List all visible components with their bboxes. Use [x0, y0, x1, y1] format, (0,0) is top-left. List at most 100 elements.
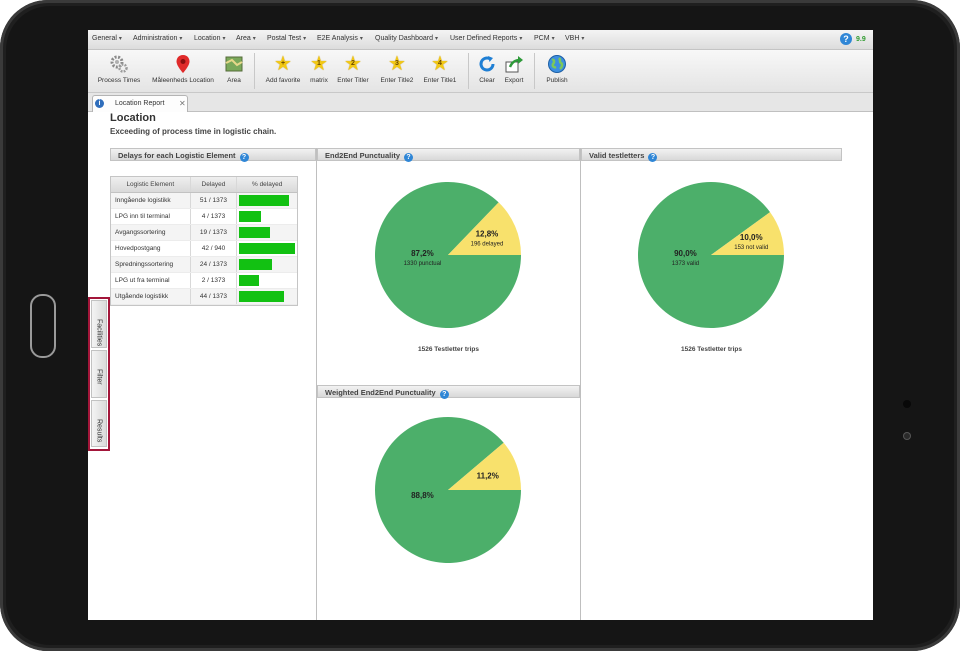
- pie-label-major: 88,8%: [411, 491, 434, 500]
- menu-label: Area: [236, 35, 251, 42]
- column-header[interactable]: % delayed: [237, 177, 297, 192]
- clear-button[interactable]: Clear: [476, 52, 498, 90]
- panel-title: Valid testletters: [589, 151, 645, 160]
- report-content: Facilities Filter Results Location Excee…: [88, 112, 873, 620]
- panel-title: Delays for each Logistic Element: [118, 151, 236, 160]
- delayed-cell: 44 / 1373: [191, 289, 238, 304]
- help-icon[interactable]: ?: [840, 33, 852, 45]
- star-icon: ★ 3: [388, 53, 406, 75]
- home-button[interactable]: [30, 294, 56, 358]
- menu-area[interactable]: Area ▾: [236, 35, 256, 42]
- valid-testletters-pie: 10,0% 153 not valid 90,0% 1373 valid: [638, 182, 784, 328]
- table-row[interactable]: LPG inn til terminal 4 / 1373: [111, 209, 297, 225]
- caret-down-icon: ▾: [252, 36, 256, 42]
- menu-label: User Defined Reports: [450, 35, 518, 42]
- percent-delayed-bar: [239, 259, 273, 270]
- help-icon[interactable]: ?: [439, 390, 449, 399]
- button-label: Måleenheds Location: [152, 77, 214, 84]
- favorite-enter-title1-button[interactable]: ★ 4 Enter Title1: [420, 52, 460, 90]
- menu-user-defined-reports[interactable]: User Defined Reports ▾: [450, 35, 522, 42]
- caret-down-icon: ▾: [551, 36, 555, 42]
- refresh-icon: [477, 54, 497, 74]
- column-header[interactable]: Logistic Element: [111, 177, 191, 192]
- valid-caption: 1526 Testletter trips: [681, 346, 742, 353]
- menu-label: PCM: [534, 35, 550, 42]
- area-button[interactable]: Area: [222, 52, 246, 90]
- gears-icon: [109, 54, 129, 74]
- menu-location[interactable]: Location ▾: [194, 35, 225, 42]
- pie-label-minor: 12,8%: [476, 229, 499, 238]
- button-label: matrix: [310, 77, 328, 84]
- toolbar-separator: [468, 53, 469, 89]
- percent-delayed-bar: [239, 211, 262, 222]
- close-icon[interactable]: ✕: [179, 99, 186, 108]
- tab-strip: i Location Report ✕: [88, 93, 873, 112]
- table-row[interactable]: Inngående logistikk 51 / 1373: [111, 193, 297, 209]
- percent-delayed-cell: [237, 193, 297, 208]
- percent-delayed-bar: [239, 243, 296, 254]
- table-row[interactable]: Utgående logistikk 44 / 1373: [111, 289, 297, 305]
- menu-vbh[interactable]: VBH ▾: [565, 35, 584, 42]
- export-icon: [504, 54, 524, 74]
- help-icon[interactable]: ?: [404, 153, 414, 162]
- delayed-cell: 42 / 940: [191, 241, 238, 256]
- favorite-enter-title2-button[interactable]: ★ 3 Enter Title2: [377, 52, 417, 90]
- process-times-button[interactable]: Process Times: [93, 52, 145, 90]
- e2e-panel-header: End2End Punctuality?: [317, 148, 580, 162]
- logistic-element-cell: Spredningssortering: [111, 257, 191, 272]
- pie-label-major: 87,2%: [411, 249, 434, 258]
- column-header[interactable]: Delayed: [191, 177, 238, 192]
- caret-down-icon: ▾: [359, 36, 363, 42]
- panel-title: End2End Punctuality: [325, 151, 401, 160]
- button-label: Add favorite: [265, 77, 301, 84]
- tab-location-report[interactable]: i Location Report ✕: [92, 95, 188, 112]
- side-tab-strip: Facilities Filter Results: [88, 297, 110, 451]
- logistic-element-cell: Avgangssortering: [111, 225, 191, 240]
- caret-down-icon: ▾: [222, 36, 226, 42]
- export-button[interactable]: Export: [502, 52, 526, 90]
- e2e-punctuality-pie: 12,8% 196 delayed 87,2% 1330 punctual: [375, 182, 521, 328]
- button-label: Publish: [546, 77, 568, 84]
- panel-divider: [580, 148, 581, 620]
- toolbar-separator: [534, 53, 535, 89]
- button-label: Enter Title1: [423, 77, 457, 84]
- caret-down-icon: ▾: [434, 36, 438, 42]
- side-tab-results[interactable]: Results: [91, 400, 107, 447]
- table-row[interactable]: LPG ut fra terminal 2 / 1373: [111, 273, 297, 289]
- pie-sublabel-major: 1330 punctual: [404, 261, 442, 267]
- menu-administration[interactable]: Administration ▾: [133, 35, 182, 42]
- menu-general[interactable]: General ▾: [92, 35, 122, 42]
- light-sensor: [903, 432, 911, 440]
- button-label: Export: [504, 77, 524, 84]
- percent-delayed-cell: [237, 225, 297, 240]
- add-favorite-button[interactable]: ★ + Add favorite: [263, 52, 303, 90]
- table-row[interactable]: Hovedpostgang 42 / 940: [111, 241, 297, 257]
- publish-button[interactable]: Publish: [543, 52, 571, 90]
- side-tab-label: Filter: [95, 369, 103, 385]
- side-tab-filter[interactable]: Filter: [91, 350, 107, 398]
- menu-e2e-analysis[interactable]: E2E Analysis ▾: [317, 35, 363, 42]
- percent-delayed-cell: [237, 257, 297, 272]
- percent-delayed-cell: [237, 289, 297, 304]
- favorite-enter-titler-button[interactable]: ★ 2 Enter Titler: [334, 52, 372, 90]
- percent-delayed-bar: [239, 291, 285, 302]
- table-body: Inngående logistikk 51 / 1373 LPG inn til …: [111, 193, 297, 305]
- location-button[interactable]: Måleenheds Location: [148, 52, 218, 90]
- caret-down-icon: ▾: [303, 36, 307, 42]
- menu-quality-dashboard[interactable]: Quality Dashboard ▾: [375, 35, 438, 42]
- info-icon: i: [95, 99, 104, 108]
- table-row[interactable]: Avgangssortering 19 / 1373: [111, 225, 297, 241]
- logistic-element-cell: LPG ut fra terminal: [111, 273, 191, 288]
- logistic-element-cell: Hovedpostgang: [111, 241, 191, 256]
- table-row[interactable]: Spredningssortering 24 / 1373: [111, 257, 297, 273]
- help-icon[interactable]: ?: [239, 153, 249, 162]
- menu-label: E2E Analysis: [317, 35, 358, 42]
- percent-delayed-bar: [239, 275, 260, 286]
- help-icon[interactable]: ?: [648, 153, 658, 162]
- star-icon: ★ 1: [310, 53, 328, 75]
- favorite-matrix-button[interactable]: ★ 1 matrix: [307, 52, 331, 90]
- side-tab-facilities[interactable]: Facilities: [91, 300, 107, 348]
- pie-sublabel-minor: 153 not valid: [734, 245, 768, 251]
- menu-pcm[interactable]: PCM ▾: [534, 35, 555, 42]
- menu-postal-test[interactable]: Postal Test ▾: [267, 35, 306, 42]
